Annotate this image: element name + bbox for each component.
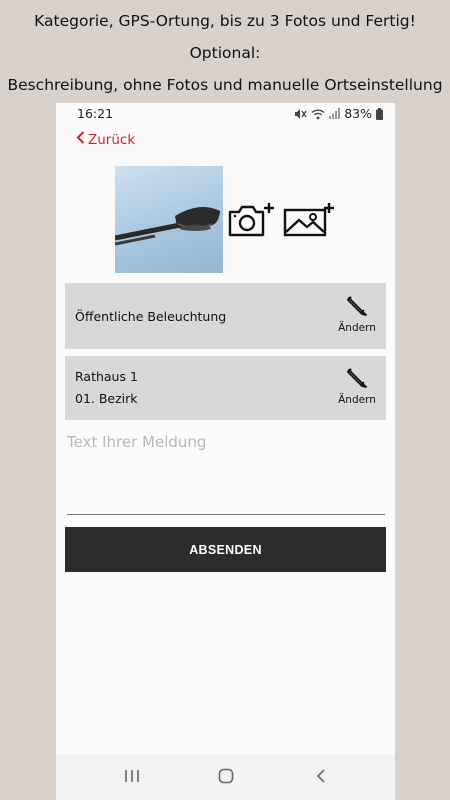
pencil-icon <box>337 367 377 389</box>
category-label: Öffentliche Beleuchtung <box>75 309 227 324</box>
location-district: 01. Bezirk <box>75 391 138 406</box>
location-card[interactable]: Rathaus 1 01. Bezirk Ändern <box>65 356 386 420</box>
status-time: 16:21 <box>77 106 114 121</box>
status-bar: 16:21 83% <box>56 103 395 125</box>
battery-icon <box>376 107 383 120</box>
home-icon[interactable] <box>218 768 234 788</box>
status-icons: 83% <box>294 106 383 121</box>
photo-thumbnail[interactable] <box>115 166 223 273</box>
add-camera-photo-icon[interactable] <box>227 201 275 243</box>
caption-line-1: Kategorie, GPS-Ortung, bis zu 3 Fotos un… <box>34 12 416 30</box>
back-label: Zurück <box>88 131 136 148</box>
location-address: Rathaus 1 <box>75 369 138 384</box>
category-card[interactable]: Öffentliche Beleuchtung Ändern <box>65 283 386 349</box>
mute-icon <box>294 108 307 120</box>
pencil-icon <box>337 295 377 317</box>
caption-line-2: Optional: <box>189 44 261 62</box>
category-edit-label: Ändern <box>338 322 376 334</box>
signal-icon <box>329 108 341 119</box>
message-field-wrapper <box>67 433 385 515</box>
recent-apps-icon[interactable] <box>124 768 140 788</box>
add-gallery-image-icon[interactable] <box>283 201 335 243</box>
back-icon[interactable] <box>315 768 327 788</box>
message-input[interactable] <box>67 433 385 514</box>
submit-button[interactable]: ABSENDEN <box>65 527 386 572</box>
phone-screen: 16:21 83% Zurück Öffentliche Beleuchtung… <box>56 103 395 800</box>
wifi-icon <box>311 108 325 120</box>
back-button[interactable]: Zurück <box>76 131 135 148</box>
battery-text: 83% <box>344 106 372 121</box>
location-edit-button[interactable]: Ändern <box>337 367 377 406</box>
caption-line-3: Beschreibung, ohne Fotos und manuelle Or… <box>7 76 443 94</box>
chevron-left-icon <box>76 131 85 148</box>
category-edit-button[interactable]: Ändern <box>337 295 377 334</box>
navigation-bar <box>56 755 395 800</box>
location-edit-label: Ändern <box>338 394 376 406</box>
